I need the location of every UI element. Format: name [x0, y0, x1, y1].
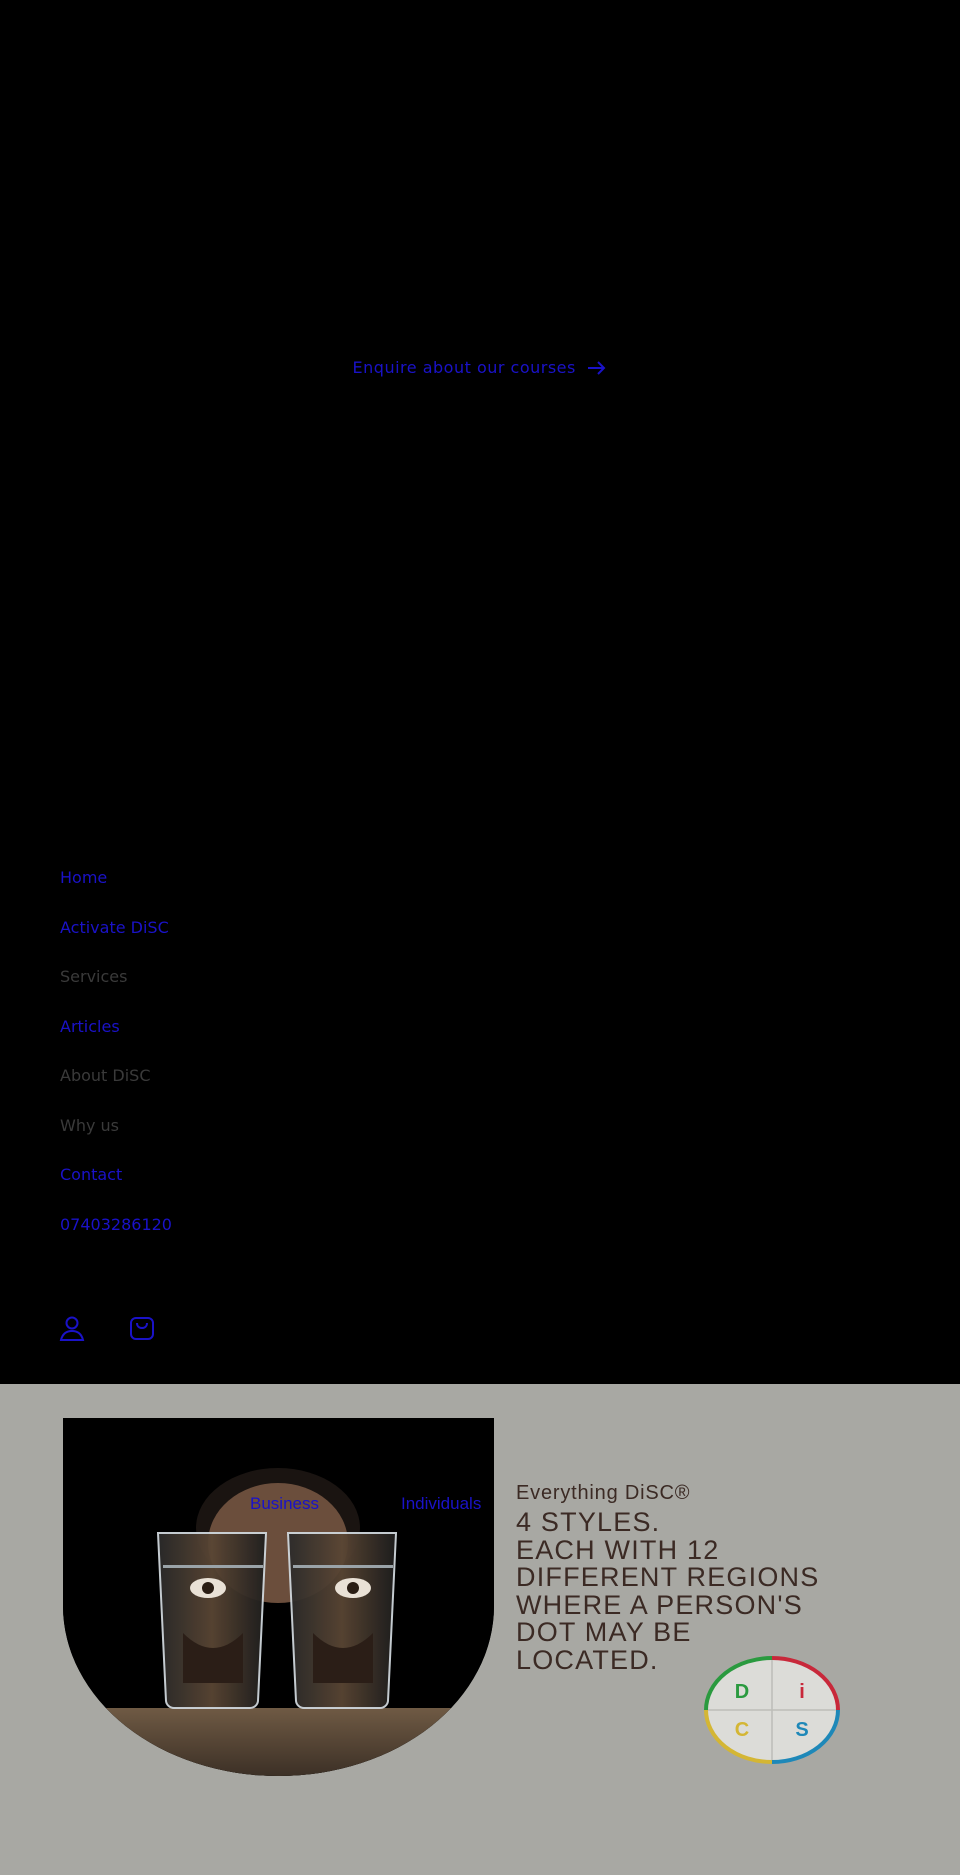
- tab-individuals[interactable]: Individuals: [401, 1494, 481, 1514]
- menu-item-phone[interactable]: 07403286120: [60, 1213, 172, 1263]
- menu-item-articles[interactable]: Articles: [60, 1015, 172, 1065]
- menu-item-contact[interactable]: Contact: [60, 1163, 172, 1213]
- tab-business[interactable]: Business: [250, 1494, 319, 1514]
- feature-heading-line: EACH WITH 12: [516, 1534, 720, 1565]
- feature-photo: [63, 1418, 494, 1776]
- enquire-link-label: Enquire about our courses: [352, 358, 576, 377]
- header-icons: [58, 1314, 156, 1342]
- feature-heading-line: 4 STYLES.: [516, 1507, 661, 1537]
- menu-item-why-us[interactable]: Why us: [60, 1114, 172, 1164]
- menu-item-about-disc[interactable]: About DiSC: [60, 1064, 172, 1114]
- cart-icon[interactable]: [128, 1314, 156, 1342]
- feature-heading-line: DIFFERENT REGIONS: [516, 1562, 820, 1592]
- feature-heading-line: DOT MAY BE: [516, 1617, 692, 1647]
- disc-d-label: D: [735, 1681, 749, 1703]
- disc-i-label: i: [799, 1681, 805, 1703]
- menu-item-home[interactable]: Home: [60, 866, 172, 916]
- drawer-menu: Home Activate DiSC Services Articles Abo…: [60, 866, 172, 1262]
- disc-model-diagram: D i C S: [702, 1654, 842, 1766]
- feature-eyebrow: Everything DiSC®: [516, 1482, 691, 1504]
- feature-heading-line: WHERE A PERSON'S: [516, 1589, 803, 1620]
- enquire-link[interactable]: Enquire about our courses: [353, 358, 608, 377]
- menu-item-activate-disc[interactable]: Activate DiSC: [60, 916, 172, 966]
- announcement-bar: Enquire about our courses: [0, 358, 960, 380]
- disc-s-label: S: [795, 1719, 808, 1741]
- account-icon[interactable]: [58, 1314, 86, 1342]
- feature-heading: 4 STYLES. EACH WITH 12 DIFFERENT REGIONS…: [516, 1507, 896, 1674]
- menu-item-services[interactable]: Services: [60, 965, 172, 1015]
- disc-c-label: C: [735, 1719, 749, 1741]
- arrow-right-icon: [587, 360, 607, 380]
